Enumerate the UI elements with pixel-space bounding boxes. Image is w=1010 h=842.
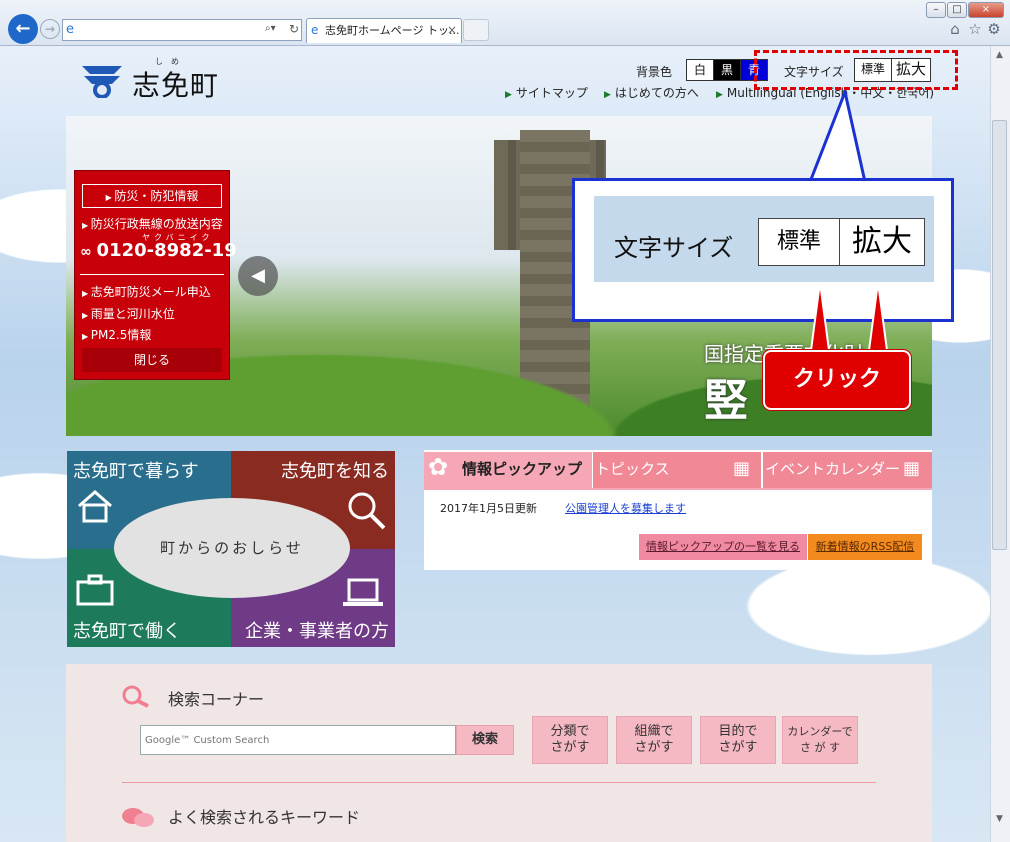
disaster-close-button[interactable]: 閉じる (82, 348, 222, 372)
scroll-up-icon[interactable]: ▲ (996, 50, 1003, 60)
nav-arrow-icon: ▶ (716, 90, 723, 100)
forward-arrow-icon[interactable]: → (40, 19, 60, 39)
laptop-icon (343, 578, 383, 606)
scroll-down-icon[interactable]: ▼ (996, 814, 1003, 824)
arrow-icon: ▶ (82, 289, 91, 298)
arrow-icon: ▶ (82, 311, 91, 320)
tab-underline (424, 488, 932, 490)
highlight-dashed-box (754, 50, 958, 90)
search-button[interactable]: 検索 (456, 725, 514, 755)
minimize-button[interactable]: – (926, 2, 946, 18)
divider (80, 274, 224, 275)
rss-button[interactable]: 新着情報のRSS配信 (808, 534, 922, 560)
new-tab-button[interactable] (463, 19, 489, 41)
callout-enlarge: 拡大 (839, 218, 925, 266)
search-by-calendar-button[interactable]: カレンダーで さ が す (782, 716, 858, 764)
speech-bubble-icon (122, 808, 154, 827)
town-notices-button[interactable]: 町からのおしらせ (114, 498, 350, 598)
site-name[interactable]: 志免町 (132, 64, 219, 104)
tab-pickup[interactable]: ✿ 情報ピックアップ (424, 452, 592, 488)
search-by-org-button[interactable]: 組織で さがす (616, 716, 692, 764)
refresh-icon[interactable]: ↻ (289, 22, 299, 36)
bg-white-button[interactable]: 白 (686, 59, 714, 81)
nav-first-visit[interactable]: ▶ はじめての方へ (604, 84, 699, 101)
bg-black-button[interactable]: 黒 (713, 59, 741, 81)
calendar-icon: ▦ (903, 458, 921, 479)
callout-standard: 標準 (758, 218, 840, 266)
house-icon (78, 490, 112, 523)
disaster-info-button[interactable]: ▶ 防災・防犯情報 (82, 184, 222, 208)
rain-river-link[interactable]: ▶ 雨量と河川水位 (82, 305, 175, 322)
town-emblem-icon (82, 66, 122, 98)
tab-topics[interactable]: トピックス ▦ (593, 452, 761, 488)
callout-font-label: 文字サイズ (614, 234, 734, 262)
grid-icon: ▦ (733, 458, 751, 479)
bg-color-label: 背景色 (636, 65, 673, 79)
browser-tab[interactable]: e 志免町ホームページ トッ... × (306, 18, 462, 43)
nav-arrow-icon: ▶ (604, 90, 611, 100)
pm25-link[interactable]: ▶ PM2.5情報 (82, 326, 151, 343)
search-input[interactable] (140, 725, 456, 755)
pickup-list-button[interactable]: 情報ピックアップの一覧を見る (639, 534, 807, 560)
search-section-title: 検索コーナー (168, 690, 265, 709)
news-date: 2017年1月5日更新 (440, 502, 537, 515)
magnifier-icon (348, 492, 386, 530)
search-by-purpose-button[interactable]: 目的で さがす (700, 716, 776, 764)
address-bar[interactable]: e ⌕▾ ↻ (62, 19, 302, 41)
search-by-category-button[interactable]: 分類で さがす (532, 716, 608, 764)
news-link[interactable]: 公園管理人を募集します (565, 500, 686, 516)
nav-arrow-icon: ▶ (505, 90, 512, 100)
arrow-icon: ▶ (82, 332, 91, 341)
phone-number[interactable]: ∞ 0120-8982-19 (80, 240, 237, 261)
search-magnifier-icon (122, 685, 149, 708)
nav-sitemap[interactable]: ▶ サイトマップ (505, 84, 588, 101)
disaster-mail-link[interactable]: ▶ 志免町防災メール申込 (82, 283, 211, 300)
back-arrow-icon[interactable]: ← (8, 14, 38, 44)
slide-prev-icon[interactable]: ◀ (238, 256, 278, 296)
tab-event-calendar[interactable]: イベントカレンダー ▦ (763, 452, 932, 488)
scrollbar-thumb[interactable] (992, 120, 1007, 550)
tab-favicon-icon: e (311, 23, 319, 37)
favorites-star-icon[interactable]: ☆ (966, 20, 984, 38)
freedial-icon: ∞ (80, 244, 97, 260)
search-dropdown-icon[interactable]: ⌕▾ (265, 23, 276, 34)
settings-gear-icon[interactable]: ⚙ (985, 20, 1003, 38)
home-icon[interactable]: ⌂ (946, 20, 964, 38)
briefcase-icon (76, 574, 114, 606)
callout-pointer (807, 90, 867, 184)
keywords-title: よく検索されるキーワード (168, 808, 361, 827)
broadcast-link[interactable]: ▶ 防災行政無線の放送内容 (82, 215, 223, 232)
tab-close-icon[interactable]: × (447, 19, 457, 42)
hero-caption-large: 竪 (704, 375, 748, 426)
close-window-button[interactable]: × (968, 2, 1004, 18)
section-divider (122, 782, 876, 783)
click-badge: クリック (763, 350, 911, 410)
maximize-button[interactable]: □ (947, 2, 967, 18)
sakura-icon: ✿ (428, 453, 449, 481)
tab-title: 志免町ホームページ トッ... (325, 24, 460, 37)
ie-logo-icon: e (66, 22, 74, 37)
arrow-icon: ▶ (82, 221, 91, 230)
